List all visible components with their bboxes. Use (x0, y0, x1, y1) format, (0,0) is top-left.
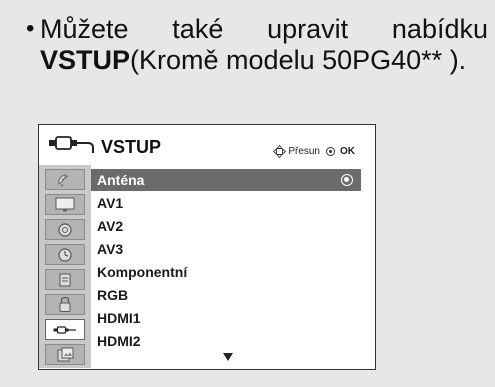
menu-name-text: VSTUP (40, 45, 131, 75)
list-item-antenna[interactable]: Anténa (91, 169, 361, 191)
list-item-rgb[interactable]: RGB (91, 284, 361, 306)
intro-line-2-rest: (Kromě modelu 50PG40** ). (130, 45, 467, 75)
scroll-down-icon[interactable] (223, 353, 233, 361)
lock-icon (59, 296, 71, 312)
menu-header: VSTUP Přesun OK (39, 125, 375, 165)
menu-sidebar (39, 165, 91, 368)
list-item-label: Anténa (97, 172, 145, 188)
sidebar-item-time[interactable] (45, 244, 85, 265)
input-connector-icon (49, 136, 94, 153)
sidebar-item-picture[interactable] (45, 194, 85, 215)
sound-icon (58, 222, 72, 237)
hint-move-label: Přesun (288, 146, 320, 157)
hint-ok-label: OK (340, 146, 355, 157)
navigation-hint: Přesun OK (273, 145, 355, 158)
list-item-label: HDMI2 (97, 333, 141, 349)
list-item-component[interactable]: Komponentní (91, 261, 361, 283)
list-item-hdmi2[interactable]: HDMI2 (91, 330, 361, 352)
sidebar-item-lock[interactable] (45, 294, 85, 315)
input-menu-window: VSTUP Přesun OK Anténa AV1 AV2 AV3 Kompo… (38, 124, 376, 370)
menu-title: VSTUP (101, 137, 162, 157)
input-list: Anténa AV1 AV2 AV3 Komponentní RGB HDMI1… (91, 165, 371, 368)
list-item-hdmi1[interactable]: HDMI1 (91, 307, 361, 329)
intro-line-1: Můžete také upravit nabídku (40, 14, 488, 44)
list-item-label: RGB (97, 287, 129, 303)
list-item-label: AV2 (97, 218, 124, 234)
sidebar-item-usb[interactable] (45, 344, 85, 365)
list-item-label: Komponentní (97, 264, 188, 280)
list-item-av1[interactable]: AV1 (91, 192, 361, 214)
list-item-label: AV1 (97, 195, 124, 211)
radio-selected-icon (341, 174, 353, 186)
sidebar-item-input[interactable] (45, 319, 85, 340)
list-item-av2[interactable]: AV2 (91, 215, 361, 237)
intro-line-2: VSTUP(Kromě modelu 50PG40** ). (40, 45, 466, 75)
bullet: • (26, 15, 35, 42)
option-icon (59, 273, 71, 286)
ok-button-icon (326, 147, 335, 156)
list-item-label: HDMI1 (97, 310, 141, 326)
list-item-av3[interactable]: AV3 (91, 238, 361, 260)
satellite-dish-icon (58, 173, 69, 187)
input-icon (53, 325, 76, 334)
move-arrows-icon (273, 145, 287, 158)
sidebar-item-option[interactable] (45, 269, 85, 290)
sidebar-item-audio[interactable] (45, 219, 85, 240)
time-icon (58, 247, 72, 262)
usb-photo-icon (57, 347, 73, 361)
picture-icon (55, 197, 75, 212)
list-item-label: AV3 (97, 241, 124, 257)
sidebar-item-channel[interactable] (45, 169, 85, 190)
